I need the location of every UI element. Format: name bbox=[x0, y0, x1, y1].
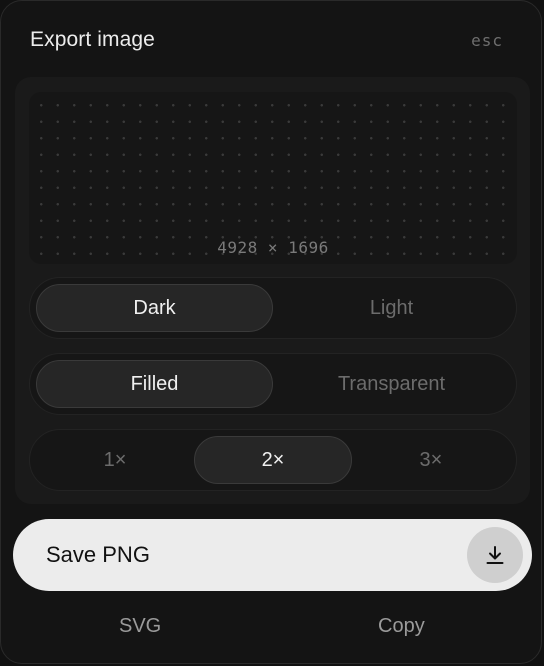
background-option-filled[interactable]: Filled bbox=[36, 360, 273, 408]
export-svg-button[interactable]: SVG bbox=[119, 615, 161, 638]
theme-toggle: Dark Light bbox=[29, 277, 517, 339]
save-png-button[interactable]: Save PNG bbox=[13, 519, 532, 591]
dialog-title: Export image bbox=[30, 28, 155, 51]
scale-toggle: 1× 2× 3× bbox=[29, 429, 517, 491]
image-dimensions: 4928 × 1696 bbox=[217, 238, 329, 257]
background-toggle: Filled Transparent bbox=[29, 353, 517, 415]
download-icon bbox=[467, 527, 523, 583]
export-image-dialog: Export image esc 4928 × 1696 Dark Light … bbox=[0, 0, 542, 664]
scale-option-1x[interactable]: 1× bbox=[36, 436, 194, 484]
esc-close-button[interactable]: esc bbox=[471, 31, 503, 50]
scale-option-3x[interactable]: 3× bbox=[352, 436, 510, 484]
theme-option-dark[interactable]: Dark bbox=[36, 284, 273, 332]
export-options-card: 4928 × 1696 Dark Light Filled Transparen… bbox=[15, 77, 530, 504]
copy-image-button[interactable]: Copy bbox=[378, 615, 425, 638]
scale-option-2x[interactable]: 2× bbox=[193, 436, 352, 484]
save-png-label: Save PNG bbox=[46, 542, 150, 567]
theme-option-light[interactable]: Light bbox=[273, 284, 510, 332]
image-preview: 4928 × 1696 bbox=[29, 92, 517, 264]
background-option-transparent[interactable]: Transparent bbox=[273, 360, 510, 408]
